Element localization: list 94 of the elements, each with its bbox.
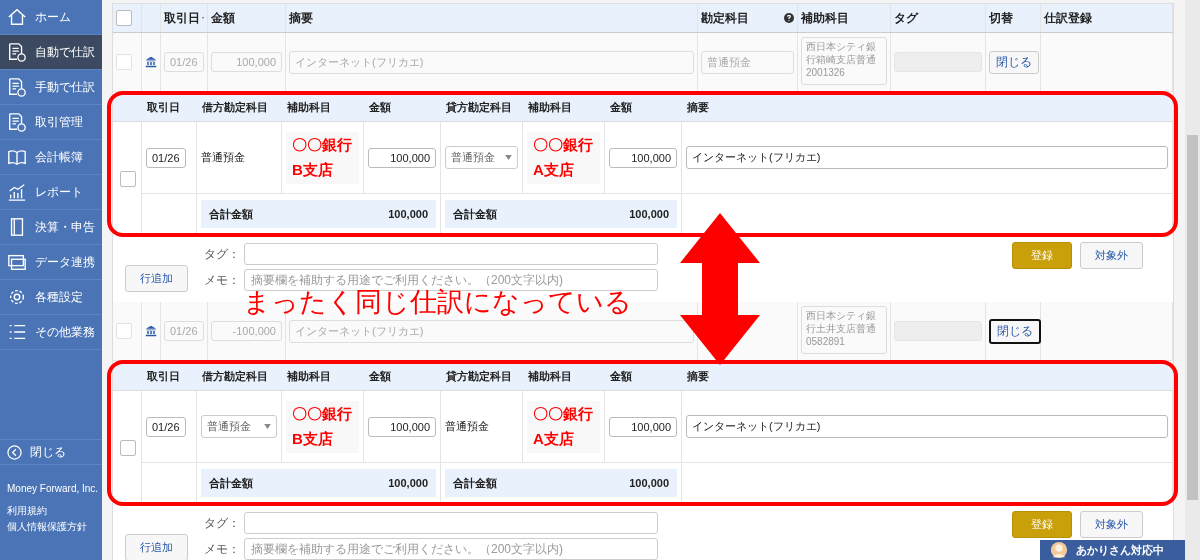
total-amount: 100,000: [629, 208, 669, 220]
home-icon: [7, 7, 27, 27]
caret-icon: [264, 424, 271, 429]
help-icon[interactable]: [784, 13, 794, 23]
column-header: 補助科目: [282, 94, 364, 122]
document-icon: [7, 77, 27, 97]
amount-field[interactable]: 100,000: [609, 416, 677, 437]
row-checkbox[interactable]: [116, 323, 132, 339]
memo-label: メモ：: [204, 540, 238, 558]
annotation-text: まったく同じ仕訳になっている: [243, 289, 632, 316]
total-label: 合計金額: [453, 475, 497, 491]
footer-link[interactable]: 利用規約: [7, 504, 102, 518]
list-icon: [7, 322, 27, 342]
exclude-button[interactable]: 対象外: [1080, 511, 1143, 538]
amount-field[interactable]: 100,000: [609, 147, 677, 168]
add-row-button[interactable]: 行追加: [125, 534, 188, 560]
amount-field[interactable]: 100,000: [368, 416, 436, 437]
total-label: 合計金額: [209, 475, 253, 491]
annotation-note: 〇〇銀行 A支店: [527, 400, 600, 453]
chevron-left-icon: [7, 444, 22, 460]
column-header: 補助科目: [801, 9, 849, 27]
description-field[interactable]: インターネット(フリカエ): [686, 146, 1168, 169]
date-field[interactable]: 01/26: [146, 416, 186, 437]
column-header: 摘要: [682, 94, 1173, 122]
sub-account-field[interactable]: 西日本シティ銀 行箱崎支店普通 2001326: [801, 37, 887, 85]
book-icon: [7, 147, 27, 167]
column-header[interactable]: 取引日: [164, 9, 200, 27]
column-header: 切替: [989, 9, 1013, 27]
register-button[interactable]: 登録: [1012, 242, 1072, 269]
column-header: タグ: [894, 9, 918, 27]
column-header: 補助科目: [282, 363, 364, 391]
row-checkbox[interactable]: [120, 440, 136, 456]
document-icon: [7, 112, 27, 132]
memo-input[interactable]: 摘要欄を補助する用途でご利用ください。（200文字以内): [244, 538, 658, 560]
column-header: 摘要: [289, 9, 313, 27]
avatar-icon: [1050, 541, 1068, 559]
account-name: 普通預金: [445, 419, 489, 434]
column-header: 補助科目: [523, 363, 605, 391]
gear-icon: [7, 287, 27, 307]
account-select[interactable]: 普通預金: [201, 415, 277, 438]
description-field[interactable]: インターネット(フリカエ): [686, 415, 1168, 438]
add-row-button[interactable]: 行追加: [125, 265, 188, 292]
card-icon: [7, 252, 27, 272]
annotation-note: 〇〇銀行 B支店: [286, 131, 359, 184]
column-header: 借方勘定科目: [197, 94, 282, 122]
annotation-note: 〇〇銀行 A支店: [527, 131, 600, 184]
exclude-button[interactable]: 対象外: [1080, 242, 1143, 269]
date-field[interactable]: 01/26: [146, 147, 186, 168]
row-checkbox[interactable]: [120, 171, 136, 187]
nav-item[interactable]: 自動で仕訳: [0, 35, 102, 70]
column-header: 金額: [364, 363, 441, 391]
column-header: 金額: [211, 9, 235, 27]
caret-icon: [505, 155, 512, 160]
tag-label: タグ：: [204, 245, 238, 263]
account-select[interactable]: 普通預金: [445, 146, 518, 169]
register-button[interactable]: 登録: [1012, 511, 1072, 538]
column-header: 貸方勘定科目: [441, 94, 523, 122]
chart-icon: [7, 182, 27, 202]
sub-account-field[interactable]: 西日本シティ銀 行土井支店普通 0582891: [801, 306, 887, 354]
column-header: 借方勘定科目: [197, 363, 282, 391]
select-all-checkbox[interactable]: [116, 10, 132, 26]
column-header: 仕訳登録: [1044, 9, 1092, 27]
footer-link[interactable]: 個人情報保護方針: [7, 520, 102, 534]
row-checkbox[interactable]: [116, 54, 132, 70]
chat-widget[interactable]: あかりさん対応中: [1040, 540, 1185, 560]
column-header: 補助科目: [523, 94, 605, 122]
column-header: 貸方勘定科目: [441, 363, 523, 391]
annotation-note: 〇〇銀行 B支店: [286, 400, 359, 453]
scrollbar[interactable]: [1185, 0, 1200, 560]
tag-input[interactable]: [244, 243, 658, 265]
total-label: 合計金額: [209, 206, 253, 222]
bank-icon: [145, 325, 157, 337]
column-header: 取引日: [142, 363, 197, 391]
total-amount: 100,000: [388, 208, 428, 220]
column-header: 勘定科目: [701, 9, 749, 27]
tag-label: タグ：: [204, 514, 238, 532]
total-label: 合計金額: [453, 206, 497, 222]
column-header: 金額: [364, 94, 441, 122]
close-button[interactable]: 閉じる: [989, 50, 1039, 74]
close-sidebar-link[interactable]: 閉じる: [0, 439, 102, 465]
column-header: 金額: [605, 363, 682, 391]
tag-input[interactable]: [244, 512, 658, 534]
close-button[interactable]: 閉じる: [989, 318, 1041, 344]
document-icon: [7, 42, 27, 62]
account-name: 普通預金: [201, 150, 245, 165]
total-amount: 100,000: [629, 477, 669, 489]
company-name: Money Forward, Inc.: [7, 483, 100, 494]
column-header: 金額: [605, 94, 682, 122]
total-amount: 100,000: [388, 477, 428, 489]
amount-field[interactable]: 100,000: [368, 147, 436, 168]
memo-label: メモ：: [204, 271, 238, 289]
bank-icon: [145, 56, 157, 68]
column-header: 取引日: [142, 94, 197, 122]
column-header: 摘要: [682, 363, 1173, 391]
